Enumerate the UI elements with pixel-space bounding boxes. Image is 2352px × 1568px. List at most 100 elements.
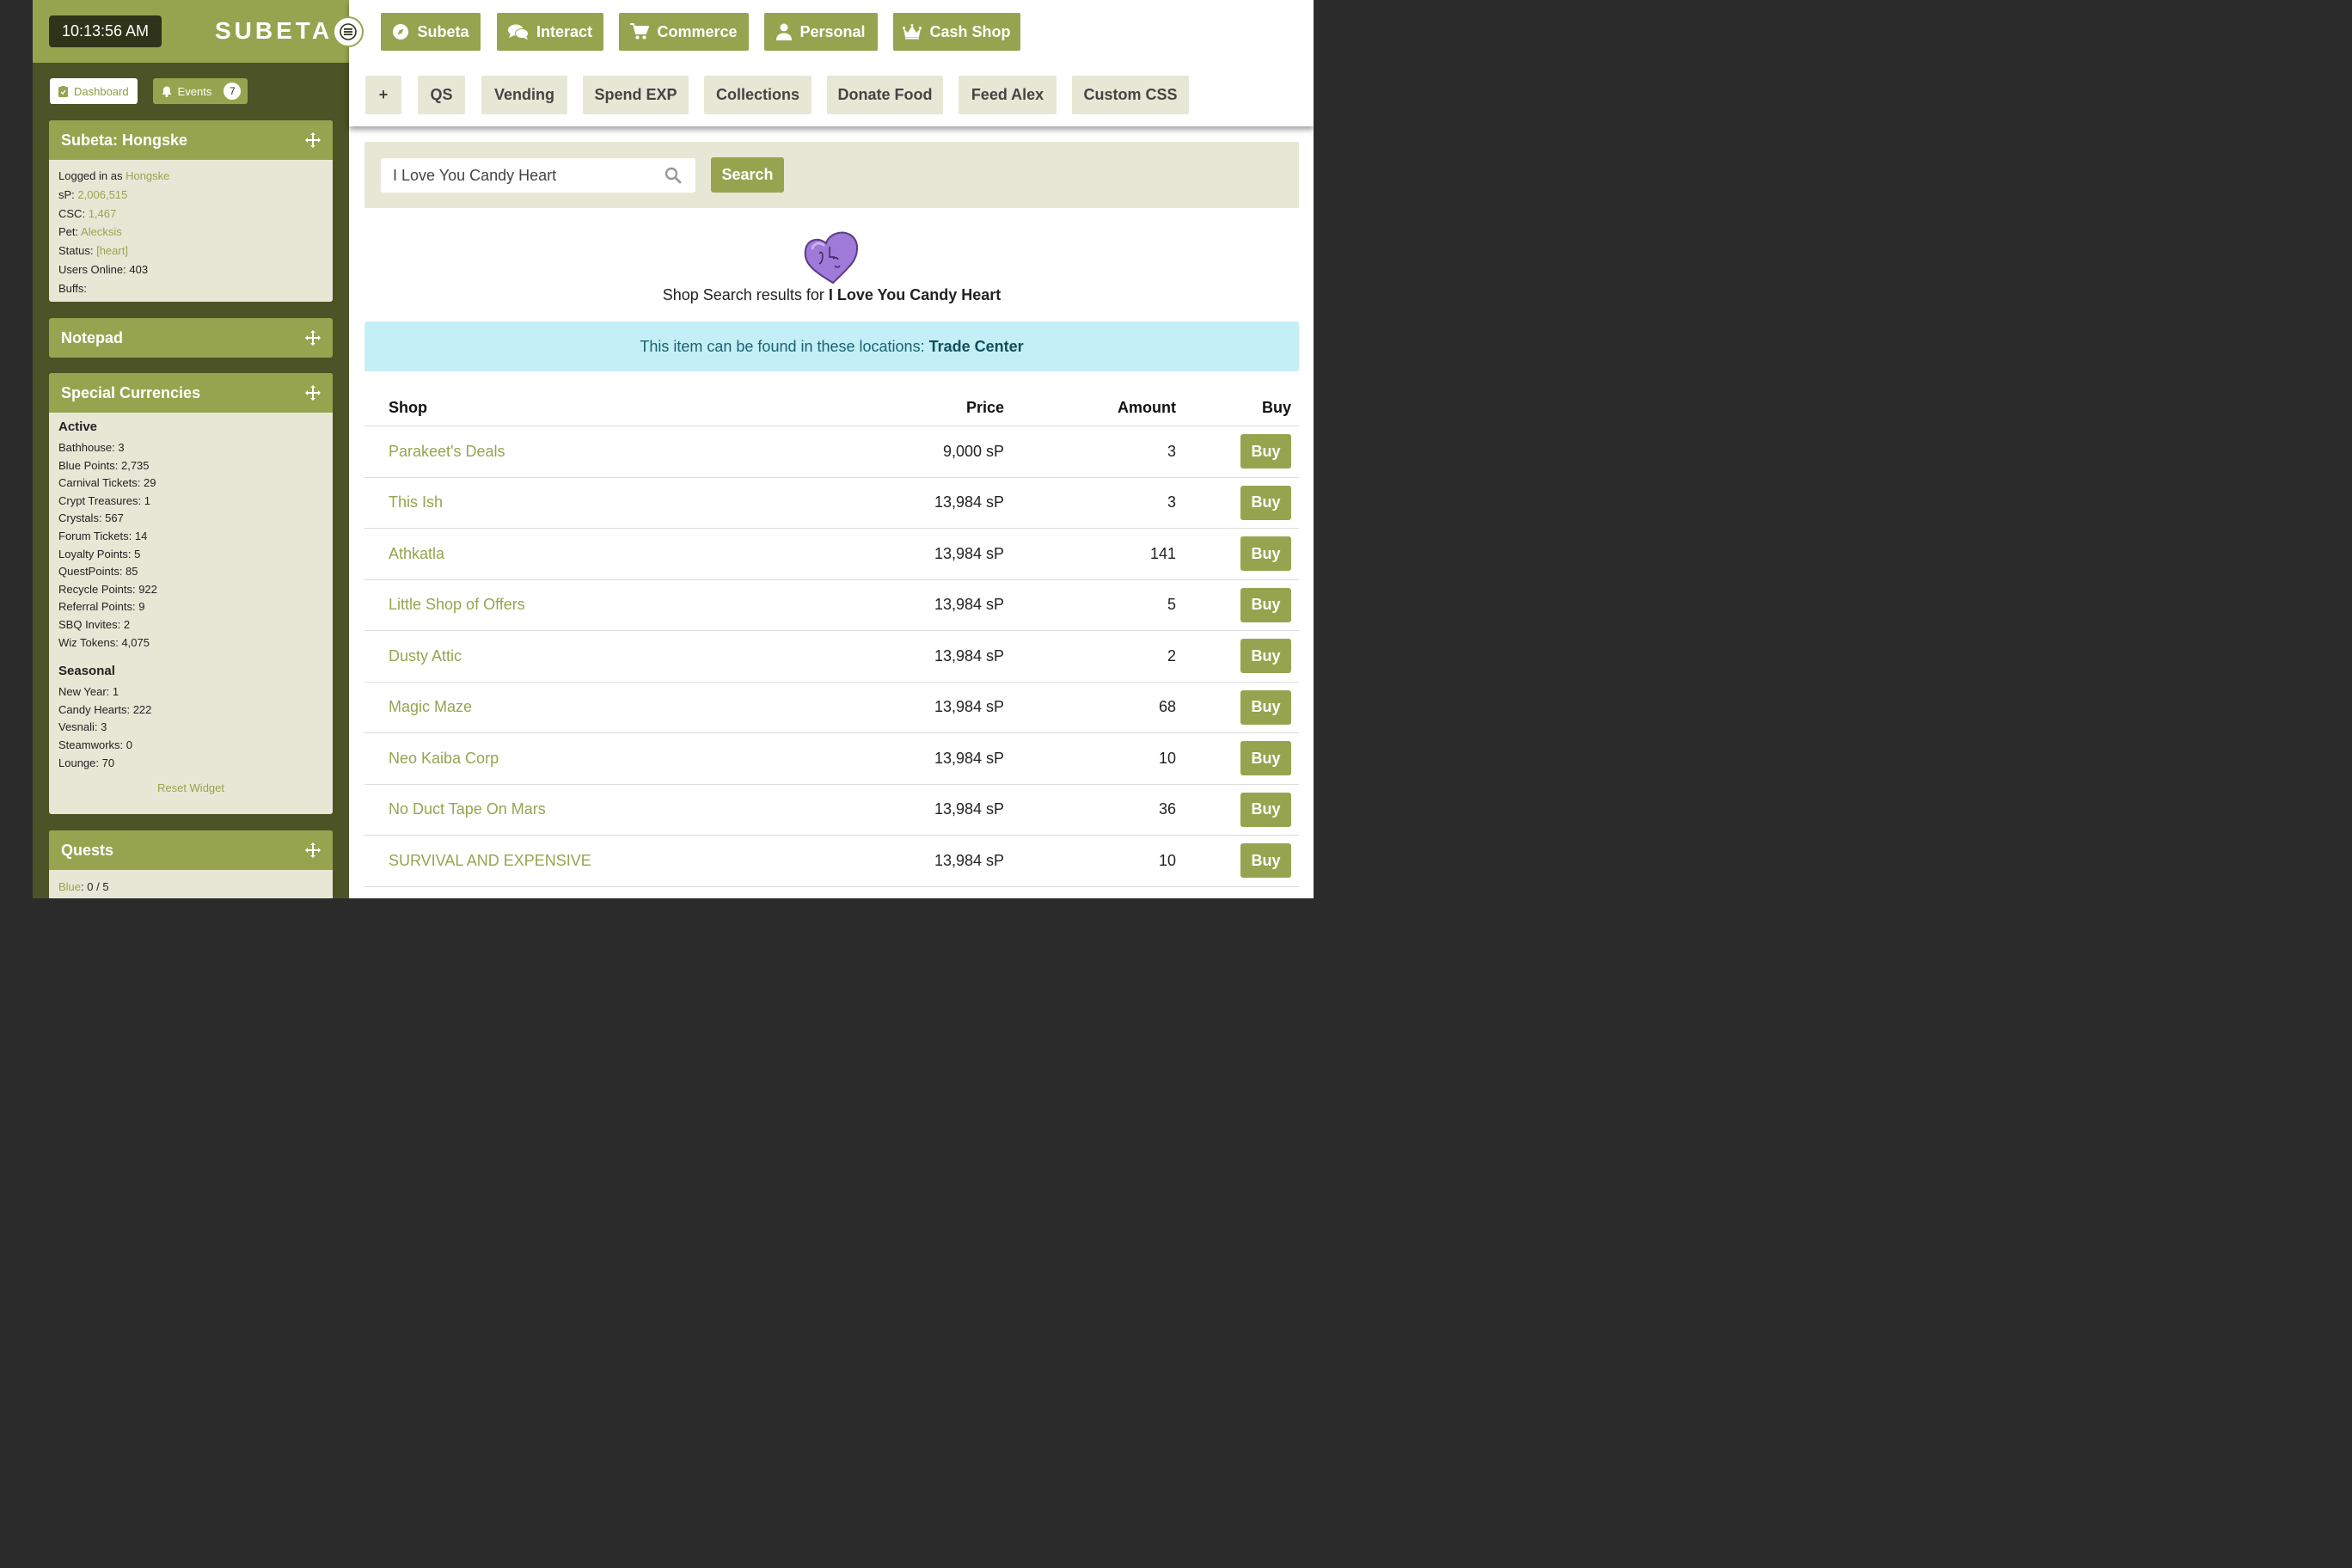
nav-commerce[interactable]: Commerce [619,13,749,51]
currencies-header: Special Currencies [49,373,333,413]
site-logo[interactable]: SUBETA [215,17,333,45]
clipboard-icon [58,85,68,97]
subnav-spend-exp[interactable]: Spend EXP [583,76,689,114]
buy-button[interactable]: Buy [1240,536,1291,572]
subnav-collections[interactable]: Collections [704,76,812,114]
hamburger-icon [340,23,357,40]
shop-link[interactable]: Magic Maze [364,698,863,716]
search-input[interactable]: I Love You Candy Heart [381,158,695,193]
shop-link[interactable]: Parakeet's Deals [364,443,863,461]
currency-item: Loyalty Points: 5 [58,547,141,560]
compass-icon [393,24,409,40]
user-widget-title: Subeta: Hongske [61,131,188,149]
user-icon [776,23,793,40]
sidebar-header: 10:13:56 AM SUBETA [33,0,349,63]
move-icon[interactable] [305,385,321,401]
events-button[interactable]: Events 7 [152,78,248,104]
candy-heart-image [804,231,858,285]
buy-button[interactable]: Buy [1240,689,1291,725]
currency-item: Recycle Points: 922 [58,582,157,596]
price-cell: 13,984 sP [934,646,1004,665]
status-link[interactable]: [heart] [96,244,128,257]
subnav-vending[interactable]: Vending [481,76,567,114]
subnav-donate-food[interactable]: Donate Food [827,76,943,114]
shop-link[interactable]: SURVIVAL AND EXPENSIVE [364,852,863,870]
search-panel: I Love You Candy Heart Search [364,142,1299,208]
subnav-custom-css[interactable]: Custom CSS [1072,76,1189,114]
events-label: Events [177,84,212,98]
nav-cash-shop[interactable]: Cash Shop [893,13,1020,51]
search-icon[interactable] [665,167,682,184]
shop-link[interactable]: Neo Kaiba Corp [364,750,863,768]
results-item-name: I Love You Candy Heart [828,286,1001,303]
users-online: Users Online: 403 [58,262,149,276]
shop-link[interactable]: Dusty Attic [364,647,863,665]
notepad-header[interactable]: Notepad [49,318,333,358]
currency-item: Crypt Treasures: 1 [58,493,150,507]
shop-link[interactable]: No Duct Tape On Mars [364,800,863,818]
menu-toggle-button[interactable] [333,16,364,47]
csc-line: CSC: 1,467 [58,206,117,220]
locations-text: This item can be found in these location… [640,337,925,355]
user-widget: Subeta: Hongske Logged in as Hongske sP:… [49,120,333,302]
results-heading: Shop Search results for I Love You Candy… [364,286,1299,304]
buy-button[interactable]: Buy [1240,587,1291,622]
nav-personal[interactable]: Personal [764,13,878,51]
quests-header: Quests [49,830,333,870]
pet-link[interactable]: Alecksis [81,225,122,238]
col-price: Price [965,398,1004,416]
currency-item: Bathhouse: 3 [58,441,125,454]
buy-button[interactable]: Buy [1240,434,1291,469]
subnav-qs[interactable]: QS [418,76,465,114]
buffs-line: Buffs: [58,281,88,295]
col-buy: Buy [1261,398,1291,416]
price-cell: 9,000 sP [942,442,1004,460]
sp-value[interactable]: 2,006,515 [77,188,127,201]
buy-button[interactable]: Buy [1240,639,1291,674]
top-navigation: Subeta Interact Commerce Personal Cash S… [349,0,1314,126]
price-cell: 13,984 sP [934,698,1004,716]
move-icon[interactable] [305,132,321,148]
quest-blue-link[interactable]: Blue [58,880,81,893]
nav-interact[interactable]: Interact [497,13,603,51]
csc-value[interactable]: 1,467 [89,207,117,220]
user-widget-header: Subeta: Hongske [49,120,333,160]
reset-widget-link[interactable]: Reset Widget [58,781,323,794]
quest-blue-line: Blue: 0 / 5 [58,880,109,893]
shop-results-table: Shop Price Amount Buy Parakeet's Deals 9… [364,389,1299,887]
buy-button[interactable]: Buy [1240,741,1291,776]
subnav-plus[interactable]: + [365,76,401,114]
col-amount: Amount [1118,398,1176,416]
buy-button[interactable]: Buy [1240,485,1291,520]
bell-icon [162,86,172,97]
subnav-feed-alex[interactable]: Feed Alex [959,76,1057,114]
nav-subeta[interactable]: Subeta [381,13,481,51]
currency-item: Referral Points: 9 [58,600,145,614]
shop-link[interactable]: Athkatla [364,545,863,563]
trade-center-link[interactable]: Trade Center [929,338,1024,356]
seasonal-heading: Seasonal [58,664,115,679]
move-icon[interactable] [305,330,321,346]
currency-item: Steamworks: 0 [58,738,132,751]
currency-item: New Year: 1 [58,685,119,699]
search-button[interactable]: Search [711,157,784,193]
move-icon[interactable] [305,842,321,858]
table-row: Magic Maze 13,984 sP 68 Buy [364,683,1299,733]
table-row: Little Shop of Offers 13,984 sP 5 Buy [364,580,1299,631]
dashboard-button[interactable]: Dashboard [50,78,138,104]
amount-cell: 36 [1158,800,1176,818]
buy-button[interactable]: Buy [1240,843,1291,879]
table-row: Athkatla 13,984 sP 141 Buy [364,529,1299,580]
amount-cell: 141 [1149,544,1176,562]
active-heading: Active [58,420,98,434]
currencies-widget: Special Currencies Active Bathhouse: 3 B… [49,373,333,814]
table-row: No Duct Tape On Mars 13,984 sP 36 Buy [364,785,1299,836]
crown-icon [903,24,922,40]
buy-button[interactable]: Buy [1240,792,1291,827]
price-cell: 13,984 sP [934,493,1004,511]
shop-link[interactable]: This Ish [364,493,863,511]
shop-link[interactable]: Little Shop of Offers [364,596,863,614]
price-cell: 13,984 sP [934,544,1004,562]
amount-cell: 68 [1158,698,1176,716]
username-link[interactable]: Hongske [126,169,169,182]
